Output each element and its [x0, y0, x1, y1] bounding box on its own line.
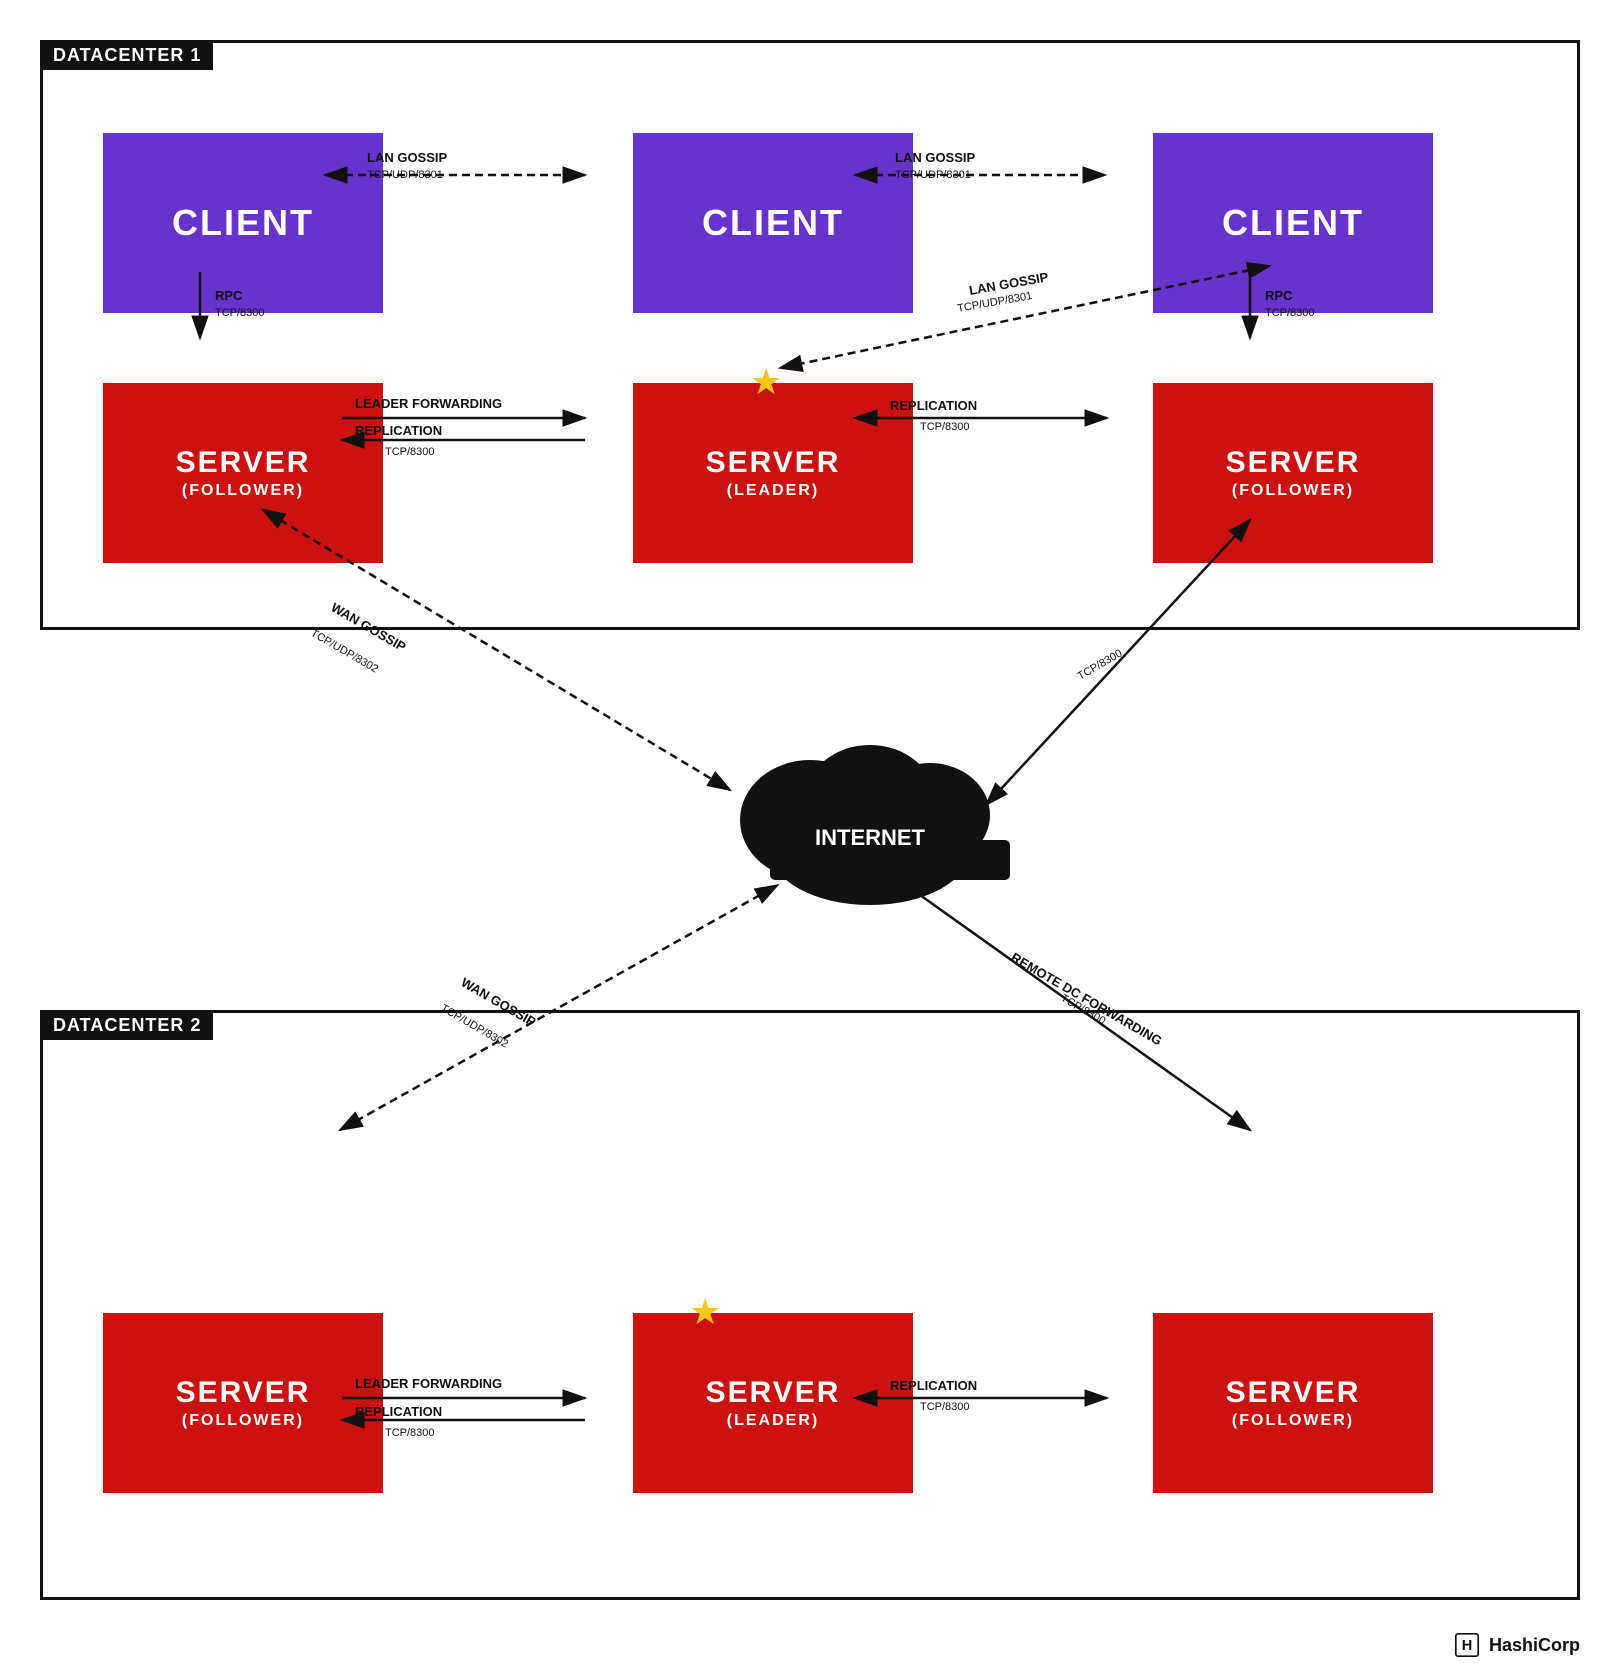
svg-text:H: H	[1462, 1638, 1473, 1654]
hashicorp-text: HashiCorp	[1489, 1635, 1580, 1656]
dc1-wan-gossip-port: TCP/UDP/8302	[309, 627, 381, 675]
dc1-server-leader: SERVER (LEADER)	[633, 383, 913, 563]
dc1-leader-star: ★	[750, 361, 782, 403]
dc2-server-leader: SERVER (LEADER)	[633, 1313, 913, 1493]
dc2-leader-star: ★	[689, 1291, 721, 1333]
hashicorp-icon: H	[1453, 1631, 1481, 1659]
dc2-server-follower-2: SERVER (FOLLOWER)	[1153, 1313, 1433, 1493]
datacenter-2-label: DATACENTER 2	[41, 1011, 213, 1040]
internet-label: INTERNET	[815, 825, 926, 850]
dc2-server-follower-1: SERVER (FOLLOWER)	[103, 1313, 383, 1493]
hashicorp-logo: H HashiCorp	[1453, 1631, 1580, 1659]
internet-cloud: INTERNET	[740, 745, 1010, 905]
dc1-client-2: CLIENT	[633, 133, 913, 313]
dc1-tcp8300-label: TCP/8300	[1076, 647, 1125, 682]
dc1-client-3: CLIENT	[1153, 133, 1433, 313]
datacenter-1-box: DATACENTER 1 CLIENT CLIENT CLIENT SERVER…	[40, 40, 1580, 630]
dc1-server-follower-2: SERVER (FOLLOWER)	[1153, 383, 1433, 563]
datacenter-2-box: DATACENTER 2 SERVER (FOLLOWER) SERVER (L…	[40, 1010, 1580, 1600]
dc1-server-follower-1: SERVER (FOLLOWER)	[103, 383, 383, 563]
datacenter-1-label: DATACENTER 1	[41, 41, 213, 70]
dc1-client-1: CLIENT	[103, 133, 383, 313]
